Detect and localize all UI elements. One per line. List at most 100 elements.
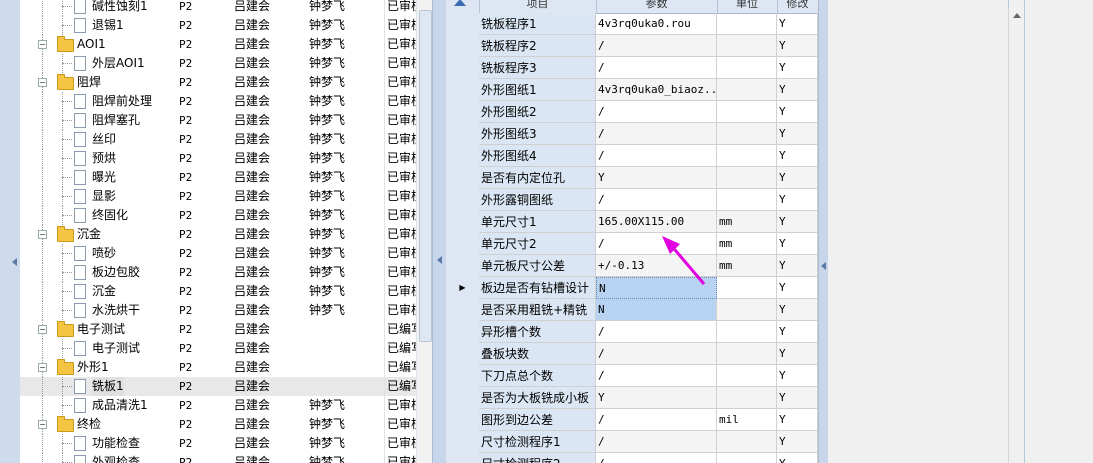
param-value-cell[interactable]: / — [596, 453, 717, 463]
tree-item-row[interactable]: 阻焊前处理 P2 吕建会 钟梦飞 已审核 — [20, 92, 416, 111]
row-header[interactable] — [446, 35, 480, 58]
param-flag-cell[interactable]: Y — [777, 233, 818, 255]
grid-row[interactable]: 外形图纸1 4v3rq0uka0_biaoz... Y — [446, 79, 818, 102]
param-value-cell[interactable]: 4v3rq0uka0.rou — [596, 13, 717, 35]
grid-row[interactable]: 外形图纸4/ Y — [446, 145, 818, 168]
grid-row[interactable]: ▶ 板边是否有钻槽设计 N Y — [446, 277, 818, 300]
param-value-cell[interactable]: / — [596, 123, 717, 145]
row-header[interactable]: ▶ — [446, 277, 480, 300]
tree-item-row[interactable]: 铣板1 P2 吕建会 已编写 — [20, 377, 416, 396]
param-unit-cell[interactable]: mm — [717, 255, 777, 277]
right-list[interactable] — [828, 0, 1025, 463]
param-unit-cell[interactable]: mm — [717, 211, 777, 233]
row-header[interactable] — [446, 409, 480, 432]
param-flag-cell[interactable]: Y — [777, 189, 818, 211]
param-value-cell[interactable]: Y — [596, 387, 717, 409]
tree-item-row[interactable]: 预烘 P2 吕建会 钟梦飞 已审核 — [20, 149, 416, 168]
collapse-left-icon[interactable] — [12, 258, 17, 266]
collapse-toggle-icon[interactable]: − — [38, 363, 47, 372]
row-header[interactable] — [446, 255, 480, 278]
row-header[interactable] — [446, 233, 480, 256]
tree-folder-row[interactable]: − 沉金 P2 吕建会 钟梦飞 已审核 — [20, 225, 416, 244]
collapse-right-icon[interactable] — [821, 262, 826, 270]
header-unit[interactable]: 单位 — [717, 0, 778, 13]
grid-row[interactable]: 是否有内定位孔 Y Y — [446, 167, 818, 190]
row-header[interactable] — [446, 365, 480, 388]
tree-item-row[interactable]: 丝印 P2 吕建会 钟梦飞 已审核 — [20, 130, 416, 149]
param-unit-cell[interactable] — [717, 453, 777, 463]
right-vertical-scrollbar[interactable] — [1008, 8, 1025, 463]
grid-row[interactable]: 单元尺寸1 165.00X115.00 mm Y — [446, 211, 818, 234]
param-value-cell[interactable]: / — [596, 321, 717, 343]
grid-row[interactable]: 是否采用粗铣+精铣 N Y — [446, 299, 818, 322]
grid-row[interactable]: 铣板程序3/ Y — [446, 57, 818, 80]
row-header[interactable] — [446, 321, 480, 344]
grid-row[interactable]: 外形图纸3/ Y — [446, 123, 818, 146]
param-flag-cell[interactable]: Y — [777, 409, 818, 431]
param-unit-cell[interactable] — [717, 145, 777, 167]
param-unit-cell[interactable] — [717, 321, 777, 343]
param-value-cell[interactable]: / — [596, 57, 717, 79]
tree-item-row[interactable]: 外观检查 P2 吕建会 钟梦飞 已审核 — [20, 453, 416, 463]
tree-item-row[interactable]: 显影 P2 吕建会 钟梦飞 已审核 — [20, 187, 416, 206]
grid-row[interactable]: 图形到边公差 / mil Y — [446, 409, 818, 432]
param-value-cell[interactable]: / — [596, 189, 717, 211]
param-unit-cell[interactable] — [717, 431, 777, 453]
tree-folder-row[interactable]: − 终检 P2 吕建会 钟梦飞 已审核 — [20, 415, 416, 434]
header-flag[interactable]: 修改 — [777, 0, 818, 13]
row-header[interactable] — [446, 387, 480, 410]
tree-item-row[interactable]: 外层AOI1 P2 吕建会 钟梦飞 已审核 — [20, 54, 416, 73]
param-unit-cell[interactable] — [717, 365, 777, 387]
tree-item-row[interactable]: 沉金 P2 吕建会 钟梦飞 已审核 — [20, 282, 416, 301]
row-header[interactable] — [446, 431, 480, 454]
param-value-cell[interactable]: / — [596, 35, 717, 57]
collapse-toggle-icon[interactable]: − — [38, 325, 47, 334]
param-flag-cell[interactable]: Y — [777, 13, 818, 35]
grid-row[interactable]: 叠板块数 / Y — [446, 343, 818, 366]
param-flag-cell[interactable]: Y — [777, 453, 818, 463]
parameter-grid[interactable]: 项目 参数 单位 修改 铣板程序1 4v3rq0uka0.rou Y 铣板程序2/Y 铣… — [446, 0, 818, 463]
grid-row[interactable]: 外形露铜图纸 / Y — [446, 189, 818, 212]
tree-item-row[interactable]: 喷砂 P2 吕建会 钟梦飞 已审核 — [20, 244, 416, 263]
param-flag-cell[interactable]: Y — [777, 277, 818, 299]
grid-row[interactable]: 异形槽个数 / Y — [446, 321, 818, 344]
param-unit-cell[interactable] — [717, 189, 777, 211]
param-unit-cell[interactable] — [717, 167, 777, 189]
collapse-toggle-icon[interactable]: − — [38, 78, 47, 87]
param-flag-cell[interactable]: Y — [777, 255, 818, 277]
param-unit-cell[interactable] — [717, 79, 777, 101]
tree-folder-row[interactable]: − 电子测试 P2 吕建会 已编写 — [20, 320, 416, 339]
tree-folder-row[interactable]: − AOI1 P2 吕建会 钟梦飞 已审核 — [20, 35, 416, 54]
grid-row[interactable]: 外形图纸2/ Y — [446, 101, 818, 124]
param-value-cell[interactable]: 165.00X115.00 — [596, 211, 717, 233]
param-flag-cell[interactable]: Y — [777, 211, 818, 233]
row-header[interactable] — [446, 211, 480, 234]
collapse-toggle-icon[interactable]: − — [38, 40, 47, 49]
param-value-cell[interactable]: / — [596, 409, 717, 431]
grid-row[interactable]: 下刀点总个数 / Y — [446, 365, 818, 388]
grid-row[interactable]: 是否为大板铣成小板 Y Y — [446, 387, 818, 410]
param-flag-cell[interactable]: Y — [777, 35, 818, 57]
param-flag-cell[interactable]: Y — [777, 101, 818, 123]
param-unit-cell[interactable]: mil — [717, 409, 777, 431]
grid-row[interactable]: 尺寸检测程序2/ Y — [446, 453, 818, 463]
param-value-cell[interactable]: / — [596, 365, 717, 387]
row-header[interactable] — [446, 299, 480, 322]
param-value-cell[interactable]: N — [596, 277, 717, 299]
param-value-cell[interactable]: +/-0.13 — [596, 255, 717, 277]
header-key[interactable]: 项目 — [479, 0, 597, 13]
row-header[interactable] — [446, 57, 480, 80]
tree-item-row[interactable]: 板边包胶 P2 吕建会 钟梦飞 已审核 — [20, 263, 416, 282]
row-header[interactable] — [446, 145, 480, 168]
row-header[interactable] — [446, 189, 480, 212]
param-flag-cell[interactable]: Y — [777, 387, 818, 409]
collapse-toggle-icon[interactable]: − — [38, 230, 47, 239]
tree-item-row[interactable]: 阻焊塞孔 P2 吕建会 钟梦飞 已审核 — [20, 111, 416, 130]
tree-item-row[interactable]: 功能检查 P2 吕建会 钟梦飞 已审核 — [20, 434, 416, 453]
param-flag-cell[interactable]: Y — [777, 431, 818, 453]
param-flag-cell[interactable]: Y — [777, 79, 818, 101]
scroll-thumb[interactable] — [419, 10, 432, 342]
row-header[interactable] — [446, 101, 480, 124]
param-value-cell[interactable]: / — [596, 431, 717, 453]
grid-row[interactable]: 单元板尺寸公差 +/-0.13 mm Y — [446, 255, 818, 278]
